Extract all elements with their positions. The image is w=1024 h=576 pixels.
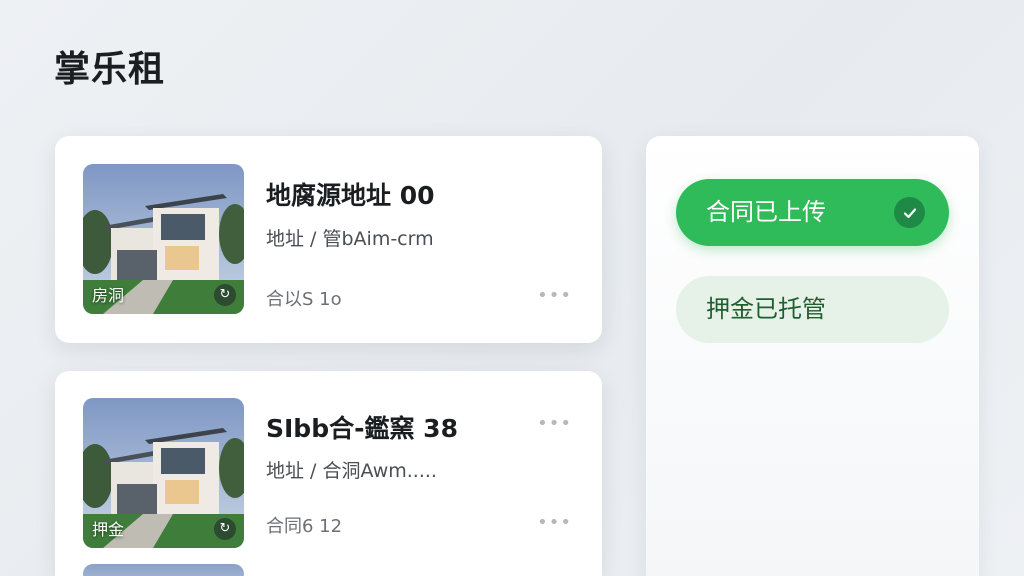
check-icon	[894, 197, 925, 228]
more-horizontal-icon[interactable]: •••	[537, 287, 572, 305]
listing-meta: 合同6 12	[266, 516, 343, 537]
contract-uploaded-button[interactable]: 合同已上传	[676, 179, 949, 246]
listing-thumbnail-partial	[83, 564, 244, 576]
thumbnail-tag: 押金	[92, 520, 125, 539]
listing-meta: 合以S 1ο	[266, 289, 342, 310]
listing-card[interactable]: 押金 ↻ SIbb合-鑑窯 38 地址 / 合洞Awm..... 合同6 12 …	[55, 371, 602, 576]
listing-address: 地址 / 管bAim-crm	[266, 228, 434, 250]
more-horizontal-icon[interactable]: •••	[537, 415, 572, 433]
status-panel: 合同已上传 押金已托管	[646, 136, 979, 576]
view-icon[interactable]: ↻	[214, 518, 236, 540]
listing-thumbnail: 押金 ↻	[83, 398, 244, 548]
listing-address: 地址 / 合洞Awm.....	[266, 460, 437, 482]
deposit-escrow-button[interactable]: 押金已托管	[676, 276, 949, 343]
view-icon[interactable]: ↻	[214, 284, 236, 306]
more-horizontal-icon[interactable]: •••	[537, 514, 572, 532]
thumbnail-tag: 房洞	[92, 286, 125, 305]
listing-card[interactable]: 房洞 ↻ 地腐源地址 00 地址 / 管bAim-crm 合以S 1ο •••	[55, 136, 602, 343]
app-title: 掌乐租	[54, 49, 166, 90]
listing-thumbnail: 房洞 ↻	[83, 164, 244, 314]
listing-title[interactable]: SIbb合-鑑窯 38	[266, 409, 458, 445]
listing-title[interactable]: 地腐源地址 00	[266, 176, 435, 212]
contract-uploaded-label: 合同已上传	[706, 198, 826, 226]
deposit-escrow-label: 押金已托管	[706, 295, 826, 323]
